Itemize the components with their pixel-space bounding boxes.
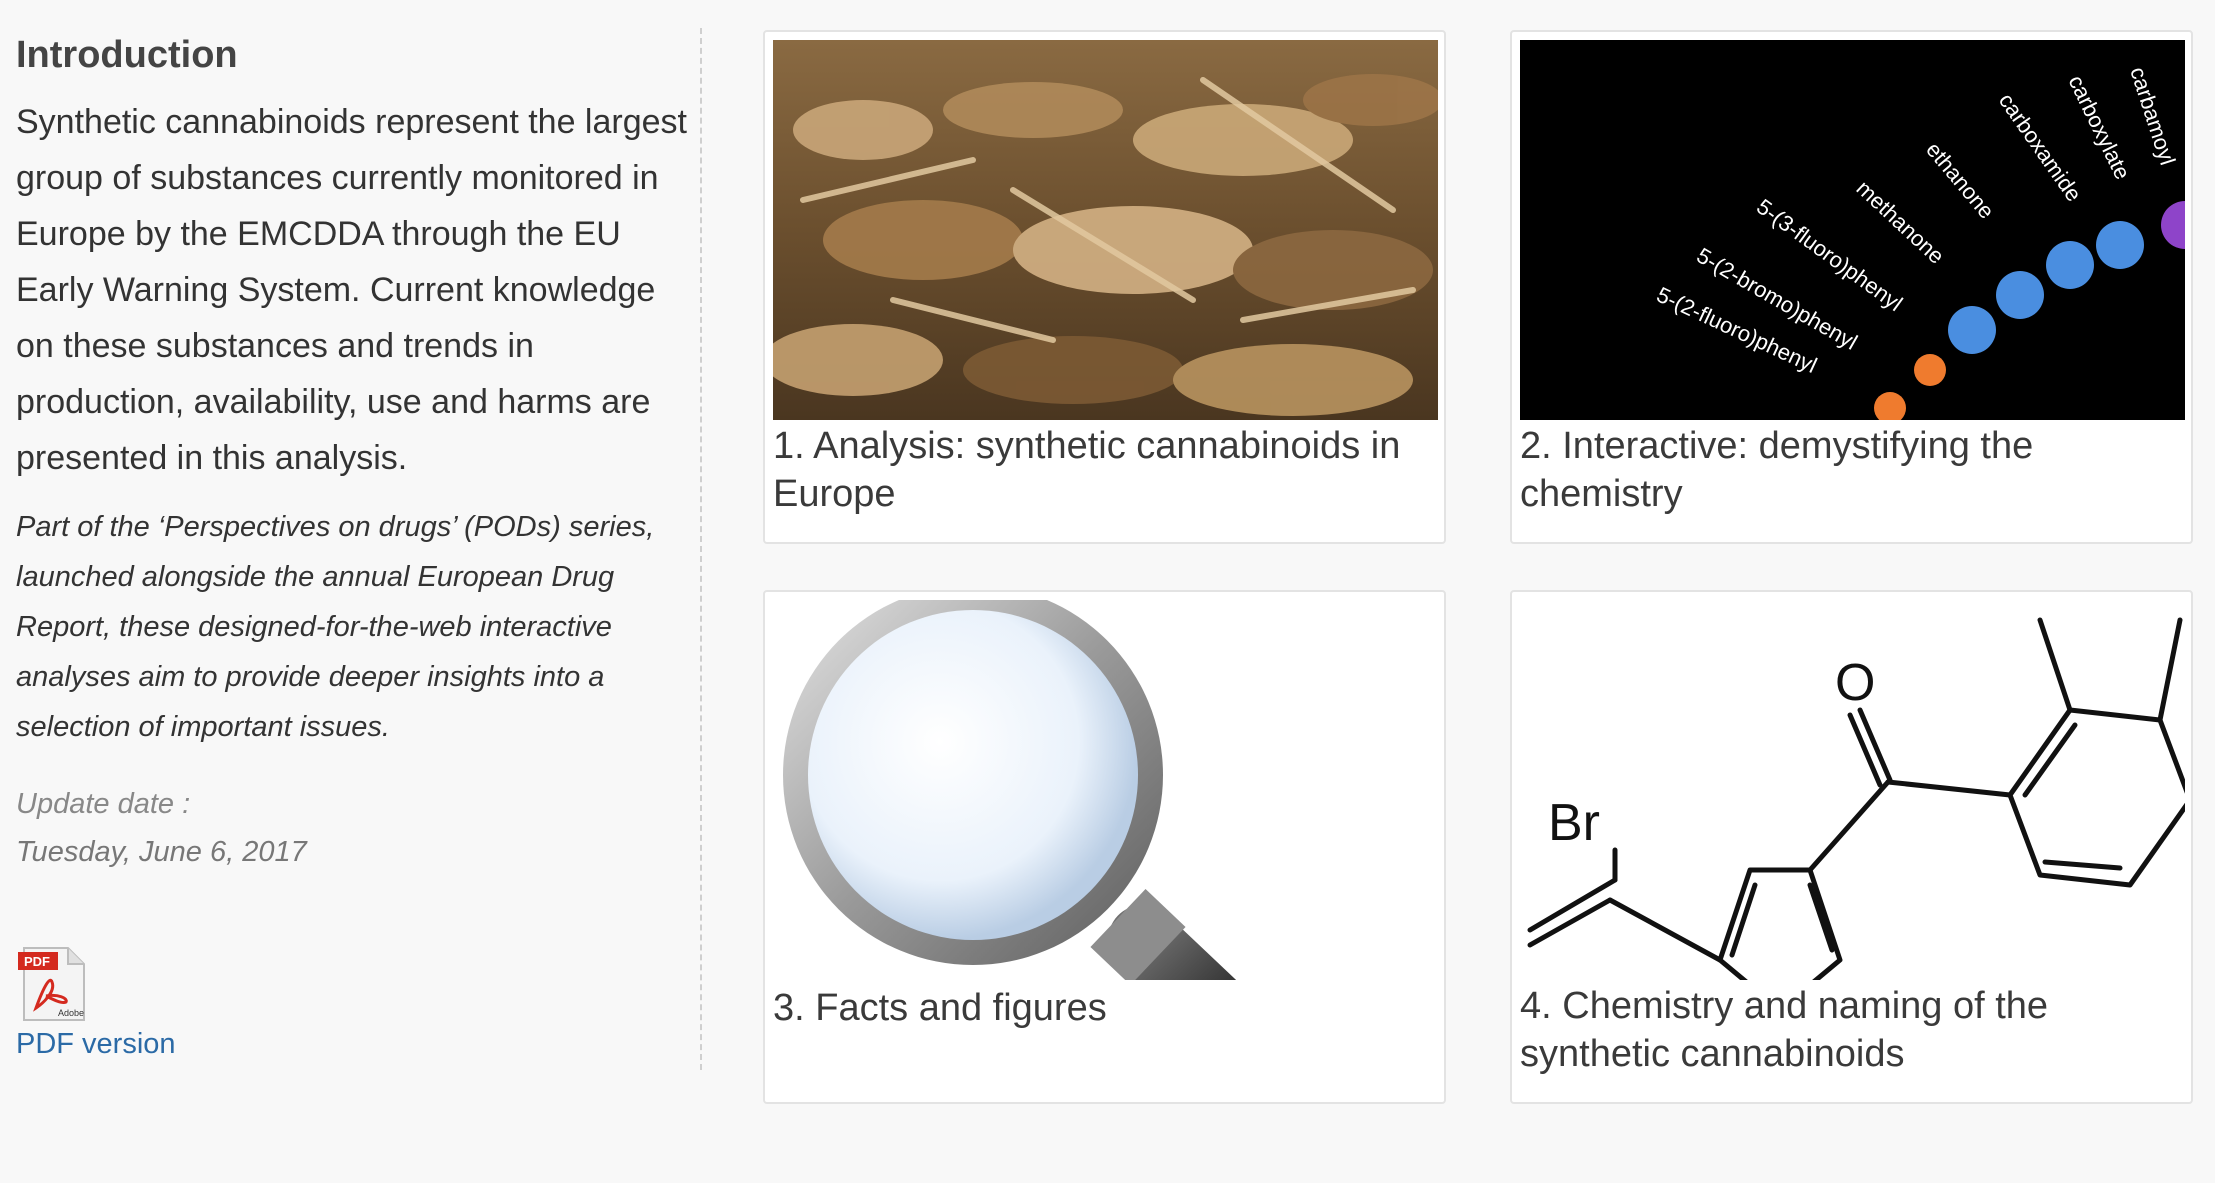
card-facts[interactable]: 3. Facts and figures xyxy=(763,590,1446,1104)
update-date-label: Update date : xyxy=(16,788,191,820)
series-note: Part of the ‘Perspectives on drugs’ (POD… xyxy=(16,511,655,743)
adobe-text: Adobe xyxy=(58,1008,84,1018)
bromine-label: Br xyxy=(1548,794,1600,852)
introduction-panel: Introduction Synthetic cannabinoids repr… xyxy=(16,28,692,1061)
intro-heading: Introduction xyxy=(16,34,238,76)
card-caption[interactable]: 4. Chemistry and naming of the synthetic… xyxy=(1520,980,2183,1094)
card-chemistry-naming[interactable]: O Br 4. Chemistry and naming of the synt… xyxy=(1510,590,2193,1104)
pdf-version-link[interactable]: PDF version xyxy=(16,1028,176,1061)
oxygen-label: O xyxy=(1835,654,1875,712)
chemical-structure-graphic: O Br xyxy=(1520,600,2185,980)
card-title[interactable]: 2. Interactive: demystifying the chemist… xyxy=(1520,422,2183,518)
chemistry-labels-graphic: carbamoyl carboxylate carboxamide ethano… xyxy=(1520,40,2185,420)
card-title[interactable]: 3. Facts and figures xyxy=(773,984,1436,1032)
card-caption[interactable]: 3. Facts and figures xyxy=(773,982,1436,1094)
card-title[interactable]: 4. Chemistry and naming of the synthetic… xyxy=(1520,982,2183,1078)
card-title[interactable]: 1. Analysis: synthetic cannabinoids in E… xyxy=(773,422,1436,518)
dried-herb-photo xyxy=(773,40,1438,420)
update-date-value: Tuesday, June 6, 2017 xyxy=(16,836,307,868)
card-interactive[interactable]: carbamoyl carboxylate carboxamide ethano… xyxy=(1510,30,2193,544)
card-caption[interactable]: 2. Interactive: demystifying the chemist… xyxy=(1520,420,2183,534)
pdf-download[interactable]: PDF Adobe PDF version xyxy=(16,946,692,1061)
card-analysis[interactable]: 1. Analysis: synthetic cannabinoids in E… xyxy=(763,30,1446,544)
card-caption[interactable]: 1. Analysis: synthetic cannabinoids in E… xyxy=(773,420,1436,534)
pdf-icon-text: PDF xyxy=(24,954,50,969)
magnifying-glass-icon xyxy=(773,600,1438,980)
intro-paragraph: Synthetic cannabinoids represent the lar… xyxy=(16,103,687,477)
column-divider xyxy=(700,28,702,1070)
pdf-file-icon[interactable]: PDF Adobe xyxy=(16,946,90,1022)
